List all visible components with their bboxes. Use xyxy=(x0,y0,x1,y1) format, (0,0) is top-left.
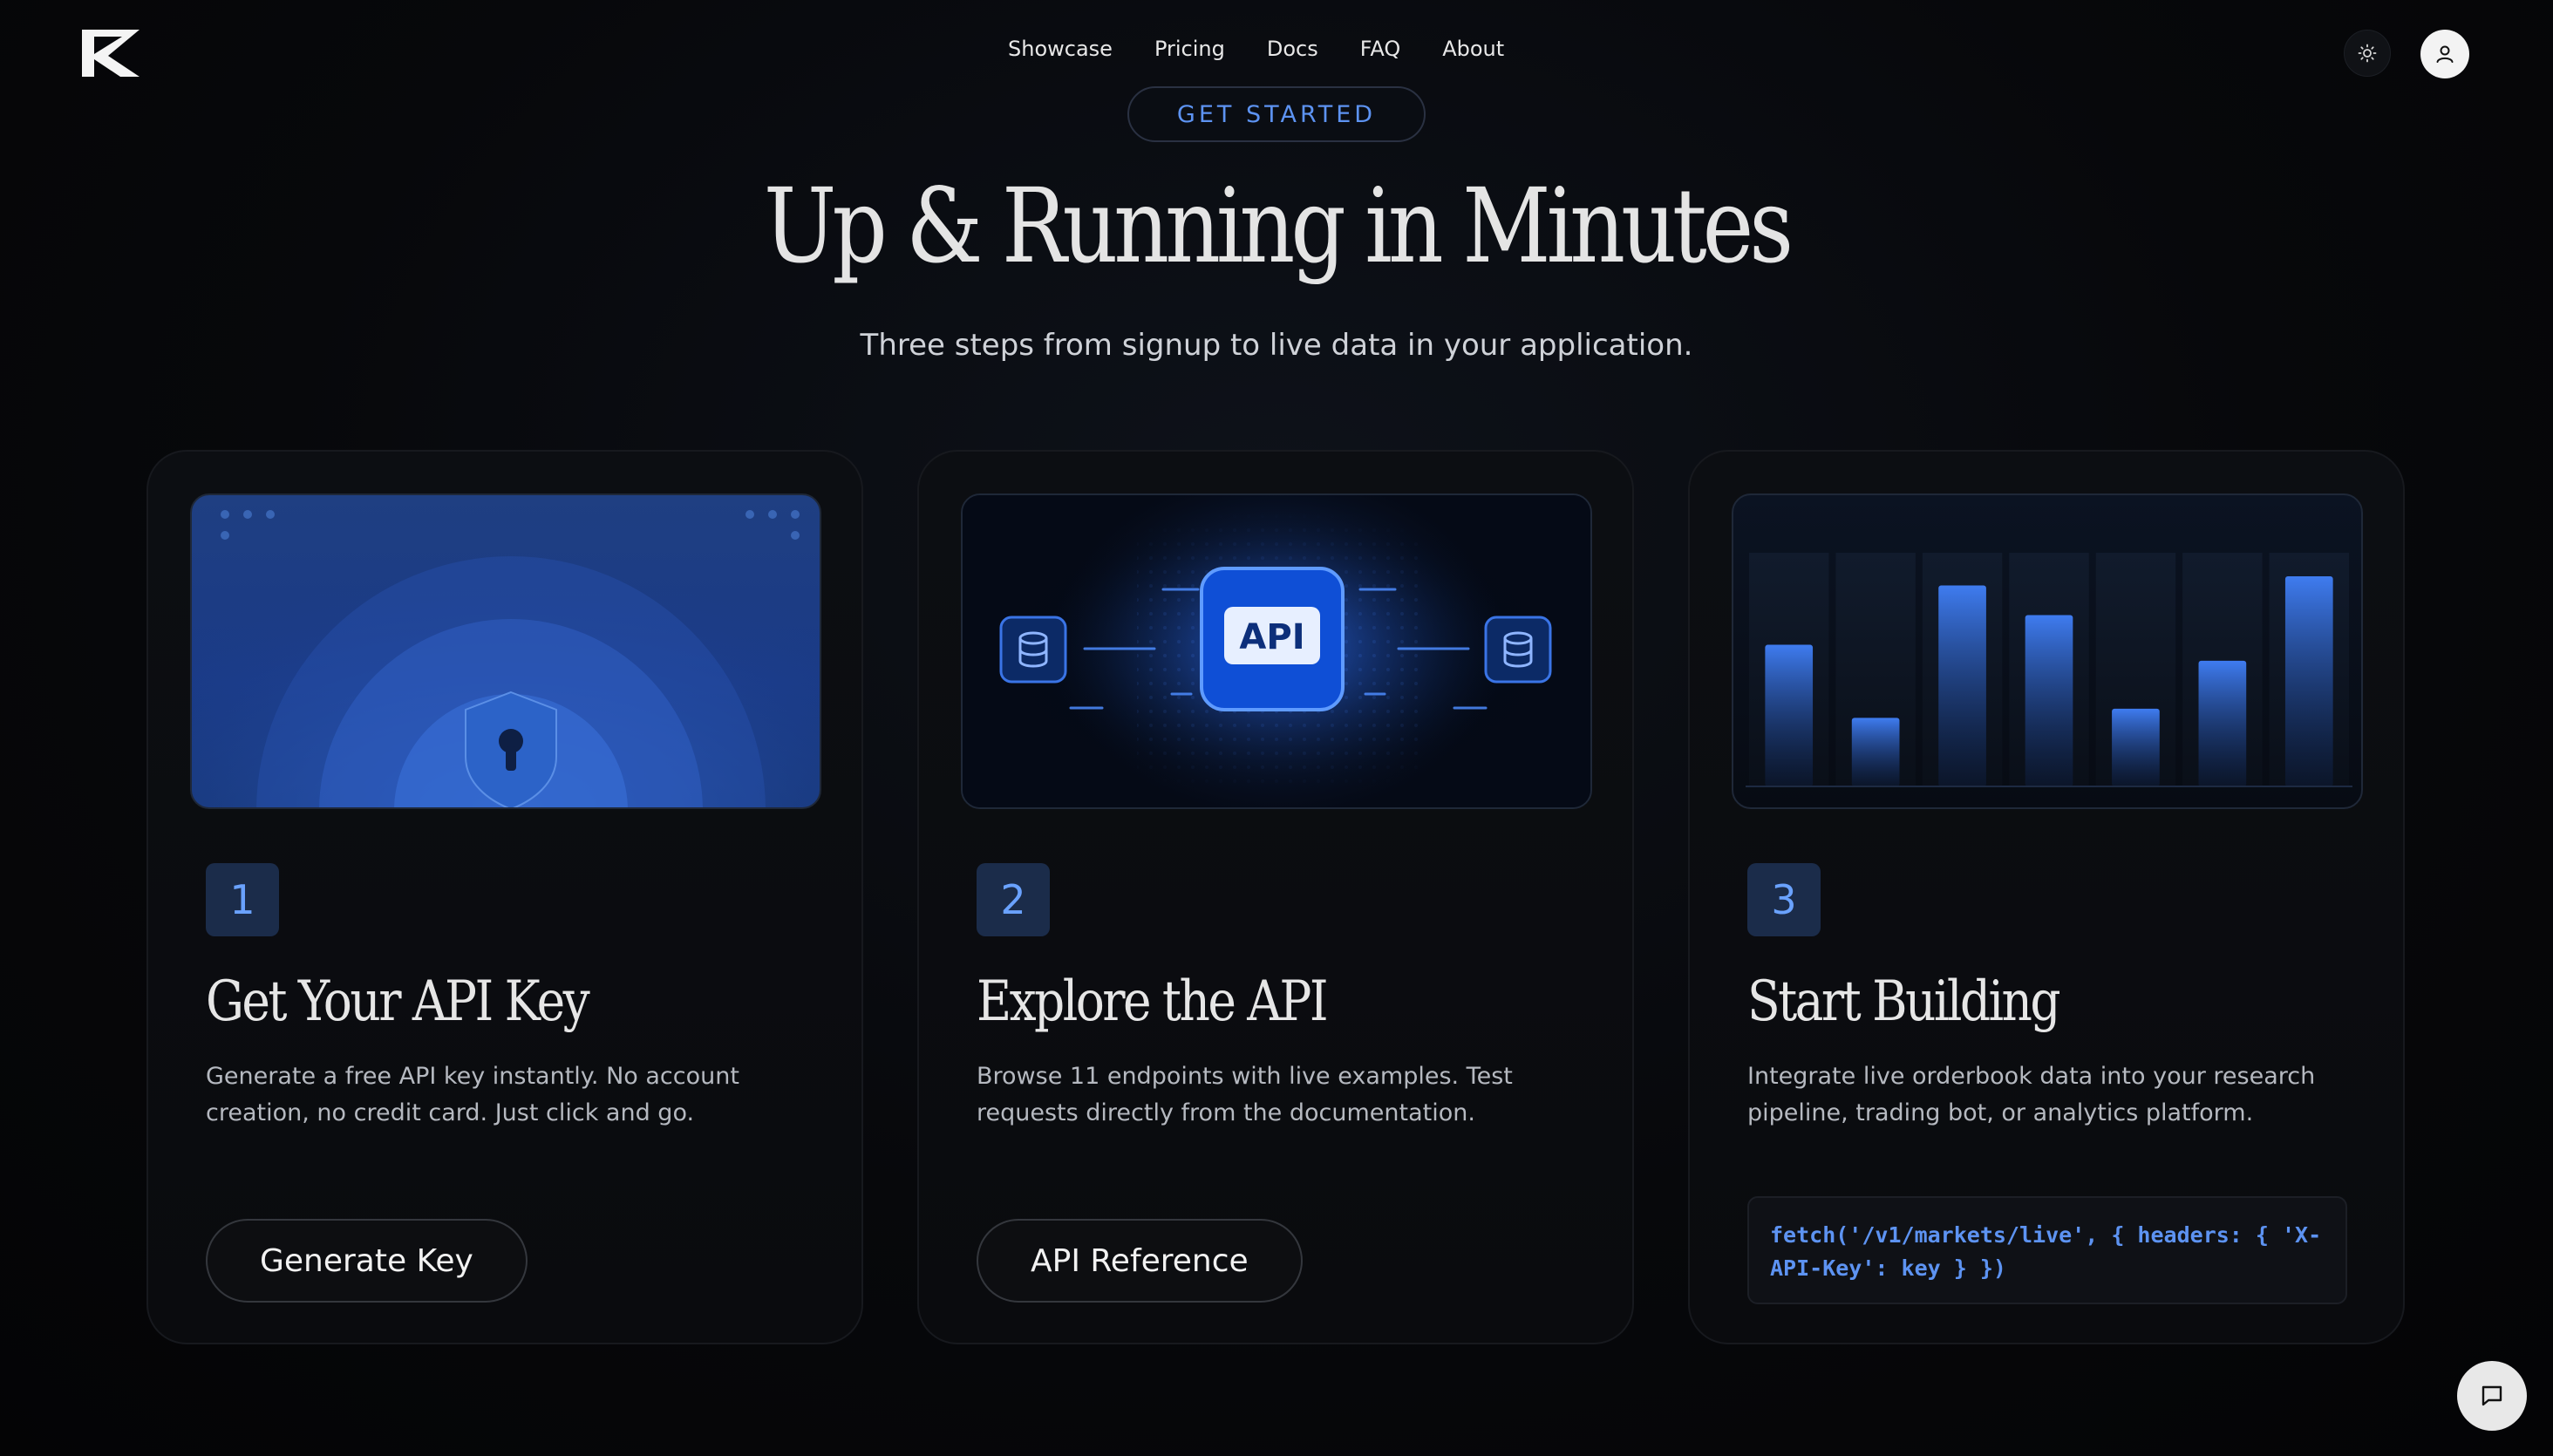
get-started-badge[interactable]: GET STARTED xyxy=(1127,86,1426,142)
chat-bubble-icon xyxy=(2482,1385,2502,1406)
bar-mark xyxy=(1938,585,1986,786)
step-number: 3 xyxy=(1747,863,1821,936)
bar-chart-icon xyxy=(1746,553,2352,787)
user-icon xyxy=(2436,45,2454,63)
card-title: Explore the API xyxy=(977,970,1329,1034)
code-snippet: fetch('/v1/markets/live', { headers: { '… xyxy=(1747,1196,2347,1304)
card-title: Start Building xyxy=(1747,970,2061,1034)
shield-lock-illustration xyxy=(190,493,821,809)
nav-docs[interactable]: Docs xyxy=(1267,37,1318,61)
api-illustration: API xyxy=(961,493,1592,809)
api-chip-label: API xyxy=(1239,617,1304,657)
card-description: Integrate live orderbook data into your … xyxy=(1747,1063,2316,1126)
page-subtitle: Three steps from signup to live data in … xyxy=(860,328,1693,363)
nav-pricing[interactable]: Pricing xyxy=(1154,37,1225,61)
database-icon xyxy=(1484,616,1552,684)
page-title: Up & Running in Minutes xyxy=(763,166,1794,286)
step-card-api-key: 1 Get Your API Key Generate a free API k… xyxy=(146,450,863,1344)
database-icon xyxy=(999,616,1067,684)
bar-mark xyxy=(2112,708,2160,786)
step-card-explore-api: API 2 Explore the API Browse 11 endpoint… xyxy=(917,450,1634,1344)
nav-faq[interactable]: FAQ xyxy=(1360,37,1401,61)
bar-mark xyxy=(2025,615,2073,786)
step-number: 2 xyxy=(977,863,1050,936)
main-nav: Showcase Pricing Docs FAQ About xyxy=(1008,37,1504,61)
step-number: 1 xyxy=(206,863,279,936)
bar-chart-illustration xyxy=(1732,493,2363,809)
sun-icon xyxy=(2358,44,2377,63)
nav-about[interactable]: About xyxy=(1442,37,1504,61)
theme-toggle-button[interactable] xyxy=(2344,30,2391,77)
api-reference-button[interactable]: API Reference xyxy=(977,1219,1303,1303)
bar-mark xyxy=(1851,718,1900,786)
bar-mark xyxy=(1765,644,1814,786)
card-description: Browse 11 endpoints with live examples. … xyxy=(977,1063,1513,1126)
card-title: Get Your API Key xyxy=(206,970,590,1034)
user-avatar-button[interactable] xyxy=(2420,30,2469,78)
card-description: Generate a free API key instantly. No ac… xyxy=(206,1063,739,1126)
logo[interactable] xyxy=(82,30,140,77)
generate-key-button[interactable]: Generate Key xyxy=(206,1219,528,1303)
bar-mark xyxy=(2198,660,2247,786)
chat-button[interactable] xyxy=(2457,1361,2527,1431)
nav-showcase[interactable]: Showcase xyxy=(1008,37,1113,61)
step-card-start-building: 3 Start Building Integrate live orderboo… xyxy=(1688,450,2405,1344)
bar-mark xyxy=(2284,575,2333,786)
